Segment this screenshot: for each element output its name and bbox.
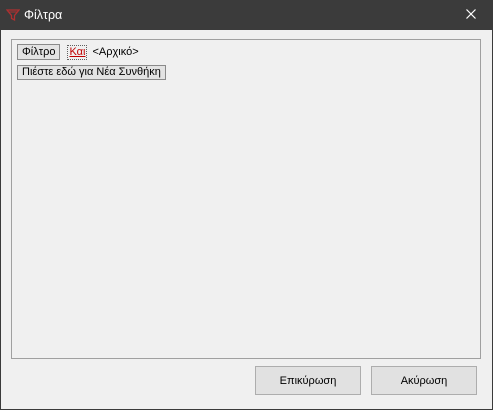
add-condition-button[interactable]: Πιέστε εδώ για Νέα Συνθήκη bbox=[17, 65, 166, 80]
close-icon bbox=[466, 8, 476, 22]
filter-app-icon bbox=[5, 8, 21, 22]
dialog-body: Φίλτρο Και <Αρχικό> Πιέστε εδώ για Νέα Σ… bbox=[0, 30, 493, 410]
filter-root-row: Φίλτρο Και <Αρχικό> bbox=[17, 44, 139, 60]
title-bar: Φίλτρα bbox=[0, 0, 493, 30]
filter-editor-panel[interactable]: Φίλτρο Και <Αρχικό> Πιέστε εδώ για Νέα Σ… bbox=[11, 39, 481, 359]
ok-button[interactable]: Επικύρωση bbox=[255, 366, 361, 395]
close-button[interactable] bbox=[449, 0, 493, 30]
filter-field-button[interactable]: Φίλτρο bbox=[17, 44, 61, 60]
operator-and-link[interactable]: Και bbox=[67, 44, 88, 60]
window-title: Φίλτρα bbox=[24, 8, 63, 22]
cancel-button[interactable]: Ακύρωση bbox=[371, 366, 477, 395]
root-node-label: <Αρχικό> bbox=[92, 46, 139, 58]
